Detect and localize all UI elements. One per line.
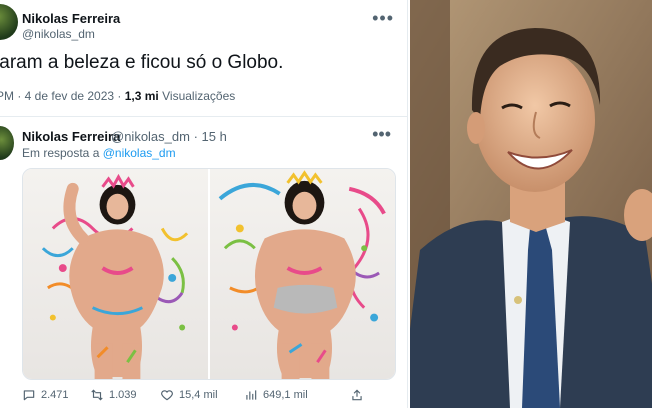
like-count: 15,4 mil (179, 389, 218, 401)
tweet-media[interactable] (22, 168, 396, 380)
bar-chart-icon (246, 390, 257, 400)
share-icon (352, 389, 362, 401)
retweet-button[interactable]: 1.039 (90, 388, 137, 402)
comment-icon (23, 390, 35, 401)
avatar[interactable] (0, 4, 18, 40)
heart-icon (161, 390, 173, 401)
tweet-actions: 2.471 1.039 15,4 mil 649,1 mil (22, 386, 392, 406)
portrait-photo (410, 0, 652, 408)
reply-button[interactable]: 2.471 (22, 388, 69, 402)
tweet-timestamp[interactable]: PM · 4 de fev de 2023 · (0, 89, 121, 103)
tweet-meta: PM · 4 de fev de 2023 · 1,3 mi Visualiza… (0, 89, 235, 103)
author-handle[interactable]: @nikolas_dm (22, 27, 95, 41)
reply-prefix: Em resposta a (22, 146, 100, 160)
tweet-text: faram a beleza e ficou só o Globo. (0, 52, 284, 73)
reply-count: 2.471 (41, 389, 69, 401)
retweet-count: 1.039 (109, 389, 137, 401)
reply-avatar[interactable] (0, 126, 14, 160)
carnival-figure-image (41, 173, 189, 379)
reply-to-link[interactable]: @nikolas_dm (103, 146, 176, 160)
reply-author-name[interactable]: Nikolas Ferreira (22, 129, 120, 144)
reply-context: Em resposta a @nikolas_dm (22, 146, 176, 160)
tweet-screenshot: Nikolas Ferreira @nikolas_dm ••• faram a… (0, 0, 408, 408)
media-image-2[interactable] (210, 169, 395, 379)
tweet-header: Nikolas Ferreira @nikolas_dm ••• (0, 0, 407, 48)
carnival-figure-image (218, 170, 386, 379)
views-count: 1,3 mi (124, 89, 159, 103)
like-button[interactable]: 15,4 mil (160, 388, 218, 402)
retweet-icon (91, 389, 103, 401)
reply-author-meta: @nikolas_dm · 15 h (111, 129, 227, 144)
share-button[interactable] (350, 388, 364, 402)
views-button[interactable]: 649,1 mil (244, 388, 308, 402)
media-image-1[interactable] (23, 169, 208, 379)
reply-more-options-icon[interactable]: ••• (372, 124, 391, 145)
divider (0, 116, 407, 117)
views-count-action: 649,1 mil (263, 389, 308, 401)
smiling-man-photo (410, 0, 652, 408)
more-options-icon[interactable]: ••• (372, 8, 394, 29)
views-label: Visualizações (162, 89, 236, 103)
author-name[interactable]: Nikolas Ferreira (22, 11, 120, 26)
